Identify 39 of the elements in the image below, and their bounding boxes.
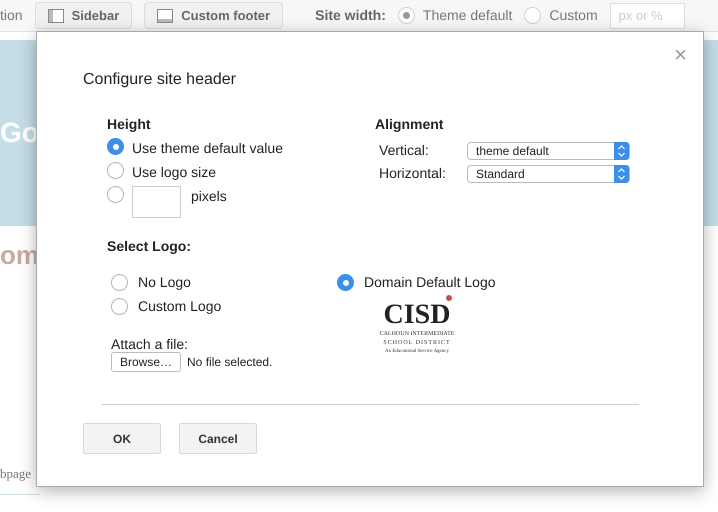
dialog-button[interactable]: OK — [83, 423, 161, 454]
radio-button[interactable] — [337, 274, 354, 291]
radio-label: Use theme default value — [132, 139, 283, 158]
radio-button[interactable] — [524, 7, 542, 24]
dialog-button[interactable]: Cancel — [179, 423, 257, 454]
section-title: Select Logo: — [107, 237, 192, 256]
select-field[interactable]: theme default — [467, 142, 630, 160]
select-field[interactable]: Standard — [467, 164, 630, 182]
stepper-icon — [614, 142, 629, 160]
toolbar-button[interactable]: Sidebar — [34, 2, 132, 29]
radio-button[interactable] — [107, 162, 124, 179]
radio-button[interactable] — [107, 138, 124, 155]
radio-button[interactable] — [398, 7, 415, 24]
toolbar-button[interactable]: Custom footer — [144, 2, 284, 29]
radio-label: Domain Default Logo — [364, 273, 496, 292]
browse-button[interactable]: Browse… — [111, 352, 182, 372]
radio-button[interactable] — [111, 298, 128, 315]
site-width-label: Site width: — [315, 6, 386, 25]
radio-label: No Logo — [138, 273, 191, 292]
stepper-icon — [614, 164, 629, 182]
radio-label: Custom Logo — [138, 297, 222, 316]
footer-layout-icon — [157, 8, 174, 22]
field-label: Vertical: — [379, 141, 430, 160]
section-title: Alignment — [375, 115, 444, 134]
attach-label: Attach a file: — [111, 335, 188, 354]
radio-label: pixels — [191, 187, 227, 206]
banner-heading: Go — [0, 116, 39, 150]
file-status: No file selected. — [187, 354, 272, 371]
radio-button[interactable] — [111, 274, 128, 291]
radio-button[interactable] — [107, 186, 124, 203]
pixels-field[interactable] — [132, 186, 181, 218]
radio-label: Theme default — [422, 6, 512, 25]
section-title: Height — [107, 115, 152, 134]
radio-label: Custom — [549, 6, 598, 25]
dialog-title: Configure site header — [83, 70, 236, 90]
field-label: Horizontal: — [379, 164, 447, 183]
sidebar-layout-icon — [48, 8, 64, 22]
toolbar-label: tion — [0, 6, 23, 25]
radio-label: Use logo size — [132, 163, 216, 182]
